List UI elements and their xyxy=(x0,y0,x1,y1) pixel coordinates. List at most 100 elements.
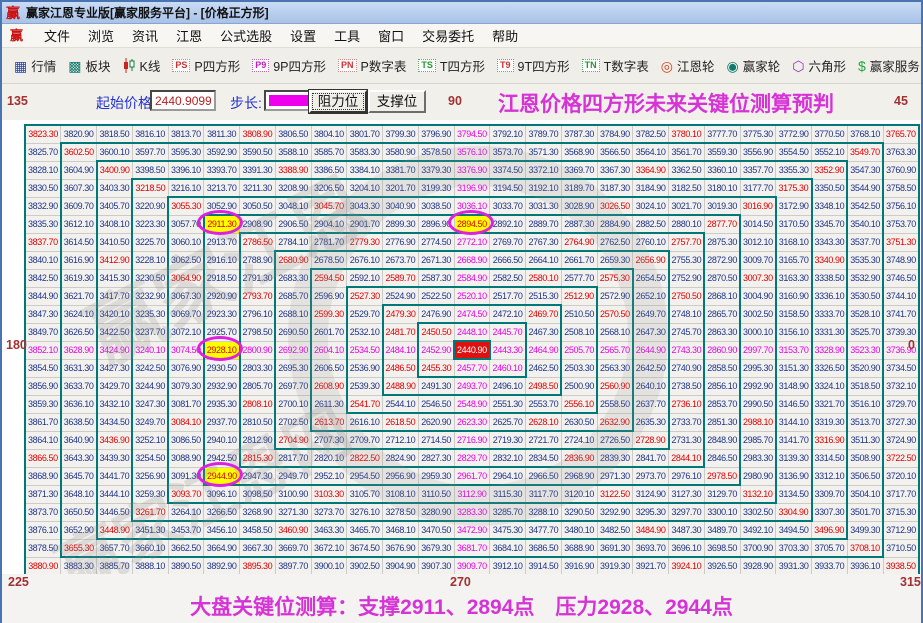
grid-cell[interactable]: 2440.90 xyxy=(454,341,490,359)
toolbar-button-江恩轮[interactable]: ◎江恩轮 xyxy=(655,53,721,78)
grid-cell[interactable]: 2973.70 xyxy=(633,467,669,485)
grid-cell[interactable]: 2486.50 xyxy=(383,359,419,377)
grid-cell[interactable]: 3129.70 xyxy=(704,485,740,503)
grid-cell[interactable]: 2690.50 xyxy=(275,323,311,341)
grid-cell[interactable]: 3763.30 xyxy=(883,143,919,161)
grid-cell[interactable]: 3110.50 xyxy=(418,485,454,503)
grid-cell[interactable]: 3345.70 xyxy=(812,215,848,233)
grid-cell[interactable]: 3256.90 xyxy=(132,467,168,485)
grid-cell[interactable]: 2853.70 xyxy=(704,395,740,413)
grid-cell[interactable]: 3787.30 xyxy=(561,125,597,143)
grid-cell[interactable]: 3086.50 xyxy=(168,431,204,449)
grid-cell[interactable]: 2920.90 xyxy=(204,287,240,305)
grid-cell[interactable]: 3588.10 xyxy=(275,143,311,161)
grid-cell[interactable]: 2872.90 xyxy=(704,251,740,269)
grid-cell[interactable]: 2599.30 xyxy=(311,305,347,323)
grid-cell[interactable]: 2594.50 xyxy=(311,269,347,287)
grid-cell[interactable]: 2863.30 xyxy=(704,323,740,341)
grid-cell[interactable]: 2450.50 xyxy=(418,323,454,341)
grid-cell[interactable]: 3333.70 xyxy=(812,305,848,323)
grid-cell[interactable]: 2520.10 xyxy=(454,287,490,305)
grid-cell[interactable]: 3112.90 xyxy=(454,485,490,503)
grid-cell[interactable]: 3444.10 xyxy=(97,485,133,503)
grid-cell[interactable]: 3436.90 xyxy=(97,431,133,449)
grid-cell[interactable]: 3806.50 xyxy=(275,125,311,143)
grid-cell[interactable]: 3223.30 xyxy=(132,215,168,233)
grid-cell[interactable]: 2476.90 xyxy=(418,305,454,323)
grid-cell[interactable]: 3156.10 xyxy=(776,323,812,341)
grid-cell[interactable]: 3564.10 xyxy=(633,143,669,161)
grid-cell[interactable]: 3638.50 xyxy=(61,413,97,431)
grid-cell[interactable]: 3146.50 xyxy=(776,395,812,413)
grid-cell[interactable]: 2452.90 xyxy=(418,341,454,359)
grid-cell[interactable]: 3573.70 xyxy=(490,143,526,161)
grid-cell[interactable]: 3660.10 xyxy=(132,539,168,557)
grid-cell[interactable]: 2728.90 xyxy=(633,431,669,449)
grid-cell[interactable]: 3367.30 xyxy=(597,161,633,179)
grid-cell[interactable]: 3744.10 xyxy=(883,287,919,305)
grid-cell[interactable]: 2925.70 xyxy=(204,323,240,341)
start-price-input[interactable] xyxy=(150,90,216,111)
grid-cell[interactable]: 3451.30 xyxy=(132,521,168,539)
grid-cell[interactable]: 3650.50 xyxy=(61,503,97,521)
grid-cell[interactable]: 3292.90 xyxy=(597,503,633,521)
grid-cell[interactable]: 2618.50 xyxy=(383,413,419,431)
grid-cell[interactable]: 3912.10 xyxy=(490,557,526,574)
grid-cell[interactable]: 3873.70 xyxy=(25,503,61,521)
grid-cell[interactable]: 2949.70 xyxy=(275,467,311,485)
grid-cell[interactable]: 3583.30 xyxy=(347,143,383,161)
grid-cell[interactable]: 2757.70 xyxy=(669,233,705,251)
grid-cell[interactable]: 3868.90 xyxy=(25,467,61,485)
grid-cell[interactable]: 3472.90 xyxy=(454,521,490,539)
grid-cell[interactable]: 2913.70 xyxy=(204,233,240,251)
grid-cell[interactable]: 2620.90 xyxy=(418,413,454,431)
grid-cell[interactable]: 2474.50 xyxy=(454,305,490,323)
grid-cell[interactable]: 3357.70 xyxy=(740,161,776,179)
grid-cell[interactable]: 2788.90 xyxy=(240,251,276,269)
grid-cell[interactable]: 3537.70 xyxy=(847,233,883,251)
grid-cell[interactable]: 2529.70 xyxy=(347,305,383,323)
grid-cell[interactable]: 2712.10 xyxy=(383,431,419,449)
grid-cell[interactable]: 2731.30 xyxy=(669,431,705,449)
grid-cell[interactable]: 2661.70 xyxy=(561,251,597,269)
grid-cell[interactable]: 3883.30 xyxy=(61,557,97,574)
grid-cell[interactable]: 3172.90 xyxy=(776,197,812,215)
grid-cell[interactable]: 2510.50 xyxy=(561,305,597,323)
grid-cell[interactable]: 2808.10 xyxy=(240,395,276,413)
grid-cell[interactable]: 3045.70 xyxy=(311,197,347,215)
grid-cell[interactable]: 3307.30 xyxy=(812,503,848,521)
grid-cell[interactable]: 2625.70 xyxy=(490,413,526,431)
grid-cell[interactable]: 3888.10 xyxy=(132,557,168,574)
grid-cell[interactable]: 3158.50 xyxy=(776,305,812,323)
grid-cell[interactable]: 3746.50 xyxy=(883,269,919,287)
grid-cell[interactable]: 2851.30 xyxy=(704,413,740,431)
grid-cell[interactable]: 3249.70 xyxy=(132,413,168,431)
grid-cell[interactable]: 2668.90 xyxy=(454,251,490,269)
grid-cell[interactable]: 3784.90 xyxy=(597,125,633,143)
grid-cell[interactable]: 3124.90 xyxy=(633,485,669,503)
grid-cell[interactable]: 3602.50 xyxy=(61,143,97,161)
grid-cell[interactable]: 2875.30 xyxy=(704,233,740,251)
grid-cell[interactable]: 3319.30 xyxy=(812,413,848,431)
grid-cell[interactable]: 3504.10 xyxy=(847,485,883,503)
grid-cell[interactable]: 3607.30 xyxy=(61,179,97,197)
grid-cell[interactable]: 3456.10 xyxy=(204,521,240,539)
grid-cell[interactable]: 3182.50 xyxy=(669,179,705,197)
grid-cell[interactable]: 3676.90 xyxy=(383,539,419,557)
grid-cell[interactable]: 3693.70 xyxy=(633,539,669,557)
grid-cell[interactable]: 3849.70 xyxy=(25,323,61,341)
grid-cell[interactable]: 3556.90 xyxy=(740,143,776,161)
grid-cell[interactable]: 2582.50 xyxy=(490,269,526,287)
grid-cell[interactable]: 3708.10 xyxy=(847,539,883,557)
grid-cell[interactable]: 3775.30 xyxy=(740,125,776,143)
grid-cell[interactable]: 2652.10 xyxy=(633,287,669,305)
grid-cell[interactable]: 2997.70 xyxy=(740,341,776,359)
toolbar-button-行情[interactable]: ▦行情 xyxy=(8,53,62,78)
grid-cell[interactable]: 3120.10 xyxy=(561,485,597,503)
toolbar-button-赢家轮[interactable]: ◉赢家轮 xyxy=(721,53,787,78)
grid-cell[interactable]: 3283.30 xyxy=(454,503,490,521)
grid-cell[interactable]: 2496.10 xyxy=(490,377,526,395)
grid-cell[interactable]: 3304.90 xyxy=(776,503,812,521)
grid-cell[interactable]: 3067.30 xyxy=(168,287,204,305)
grid-cell[interactable]: 2642.50 xyxy=(633,359,669,377)
